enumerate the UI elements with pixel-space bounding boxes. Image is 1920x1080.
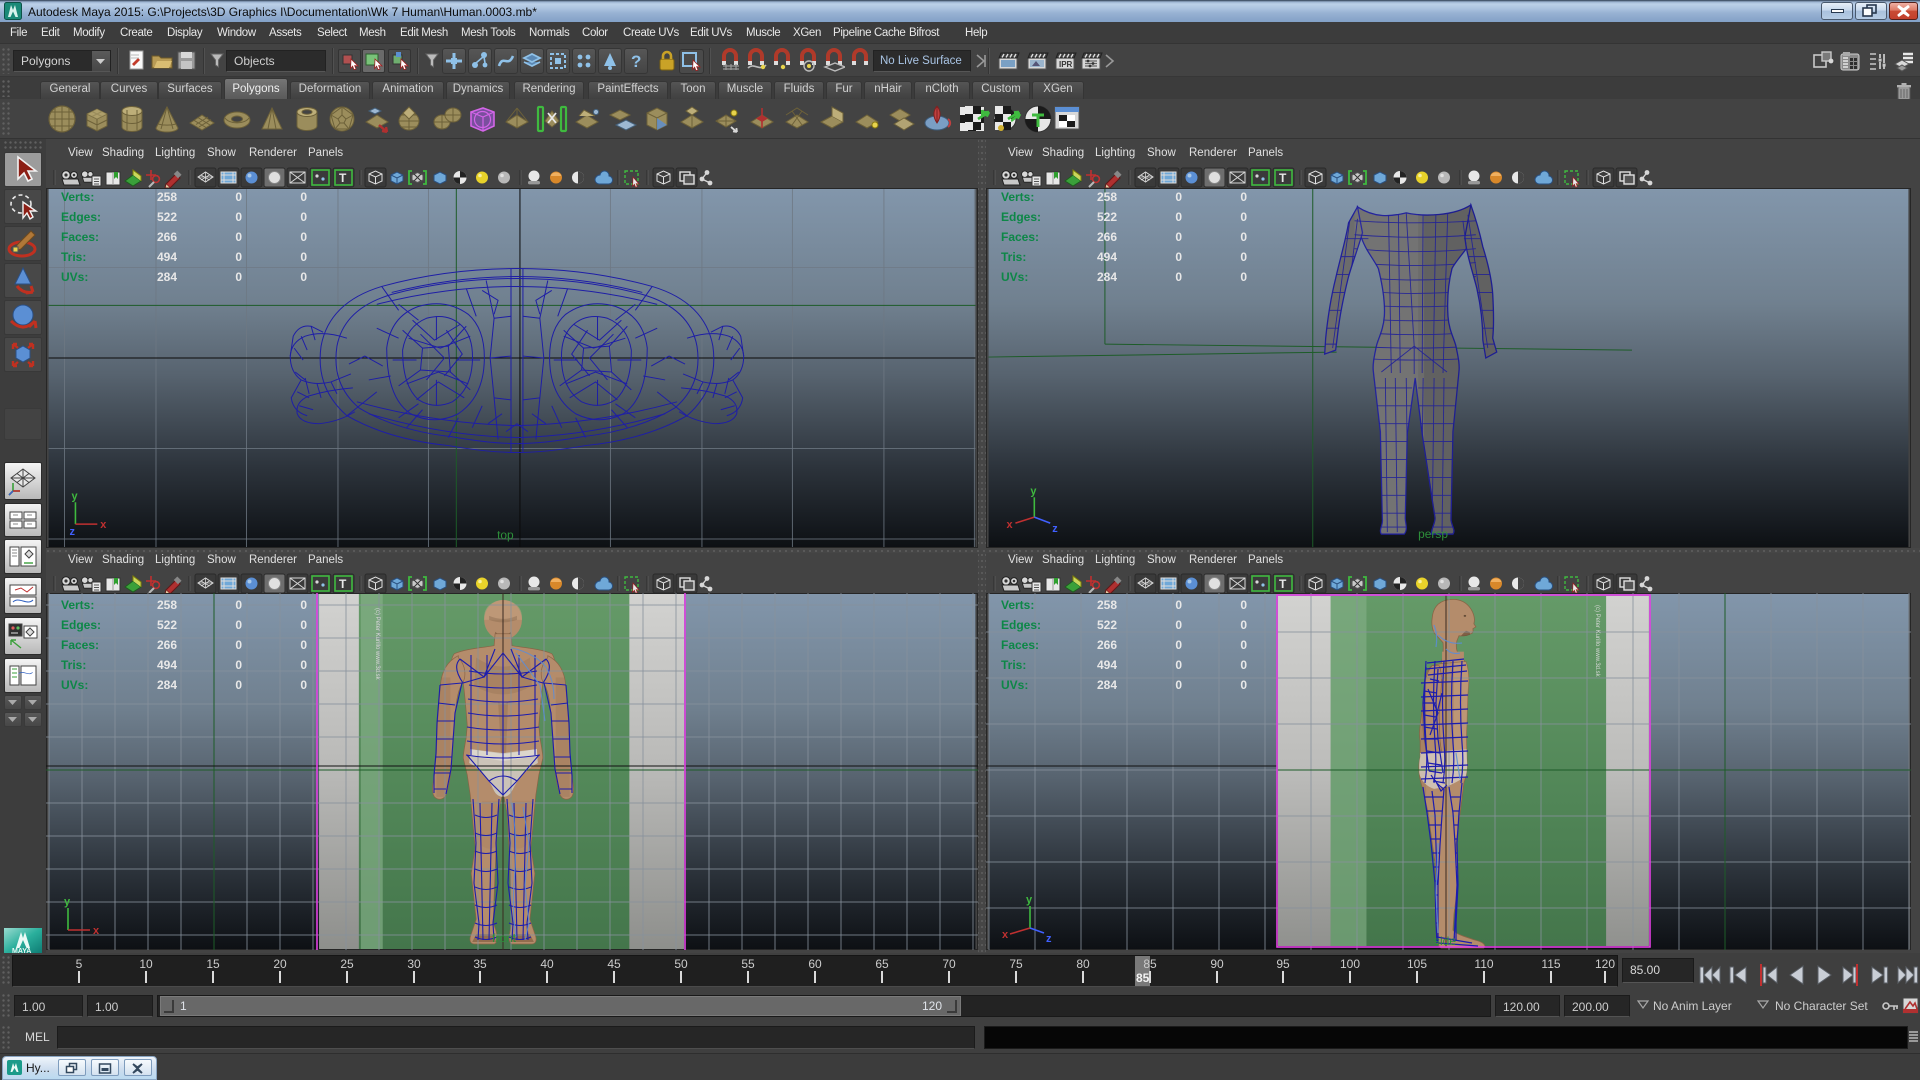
svg-text:z: z <box>1046 933 1052 945</box>
svg-text:y: y <box>64 896 71 908</box>
svg-text:z: z <box>69 526 75 538</box>
svg-text:x: x <box>1006 519 1012 531</box>
svg-text:T: T <box>1279 171 1287 185</box>
svg-text:z: z <box>1052 523 1058 535</box>
svg-text:side: side <box>1434 934 1456 948</box>
svg-text:top: top <box>497 528 514 542</box>
svg-text:(c) Peter Kurillo www.3d.sk: (c) Peter Kurillo www.3d.sk <box>374 608 380 681</box>
svg-text:y: y <box>1026 894 1033 906</box>
svg-text:IPR: IPR <box>1059 60 1073 69</box>
svg-text:x: x <box>1002 929 1009 941</box>
svg-text:(c) Peter Kurillo www.3d.sk: (c) Peter Kurillo www.3d.sk <box>1594 605 1600 678</box>
svg-text:front: front <box>492 931 517 945</box>
svg-text:x: x <box>93 925 100 937</box>
svg-text:x: x <box>100 519 106 531</box>
svg-text:y: y <box>1030 485 1037 497</box>
svg-text:T: T <box>339 171 347 185</box>
svg-text:?: ? <box>631 52 641 71</box>
svg-text:y: y <box>71 490 78 502</box>
svg-text:T: T <box>339 577 347 591</box>
svg-text:T: T <box>1279 577 1287 591</box>
svg-text:persp: persp <box>1418 527 1448 541</box>
